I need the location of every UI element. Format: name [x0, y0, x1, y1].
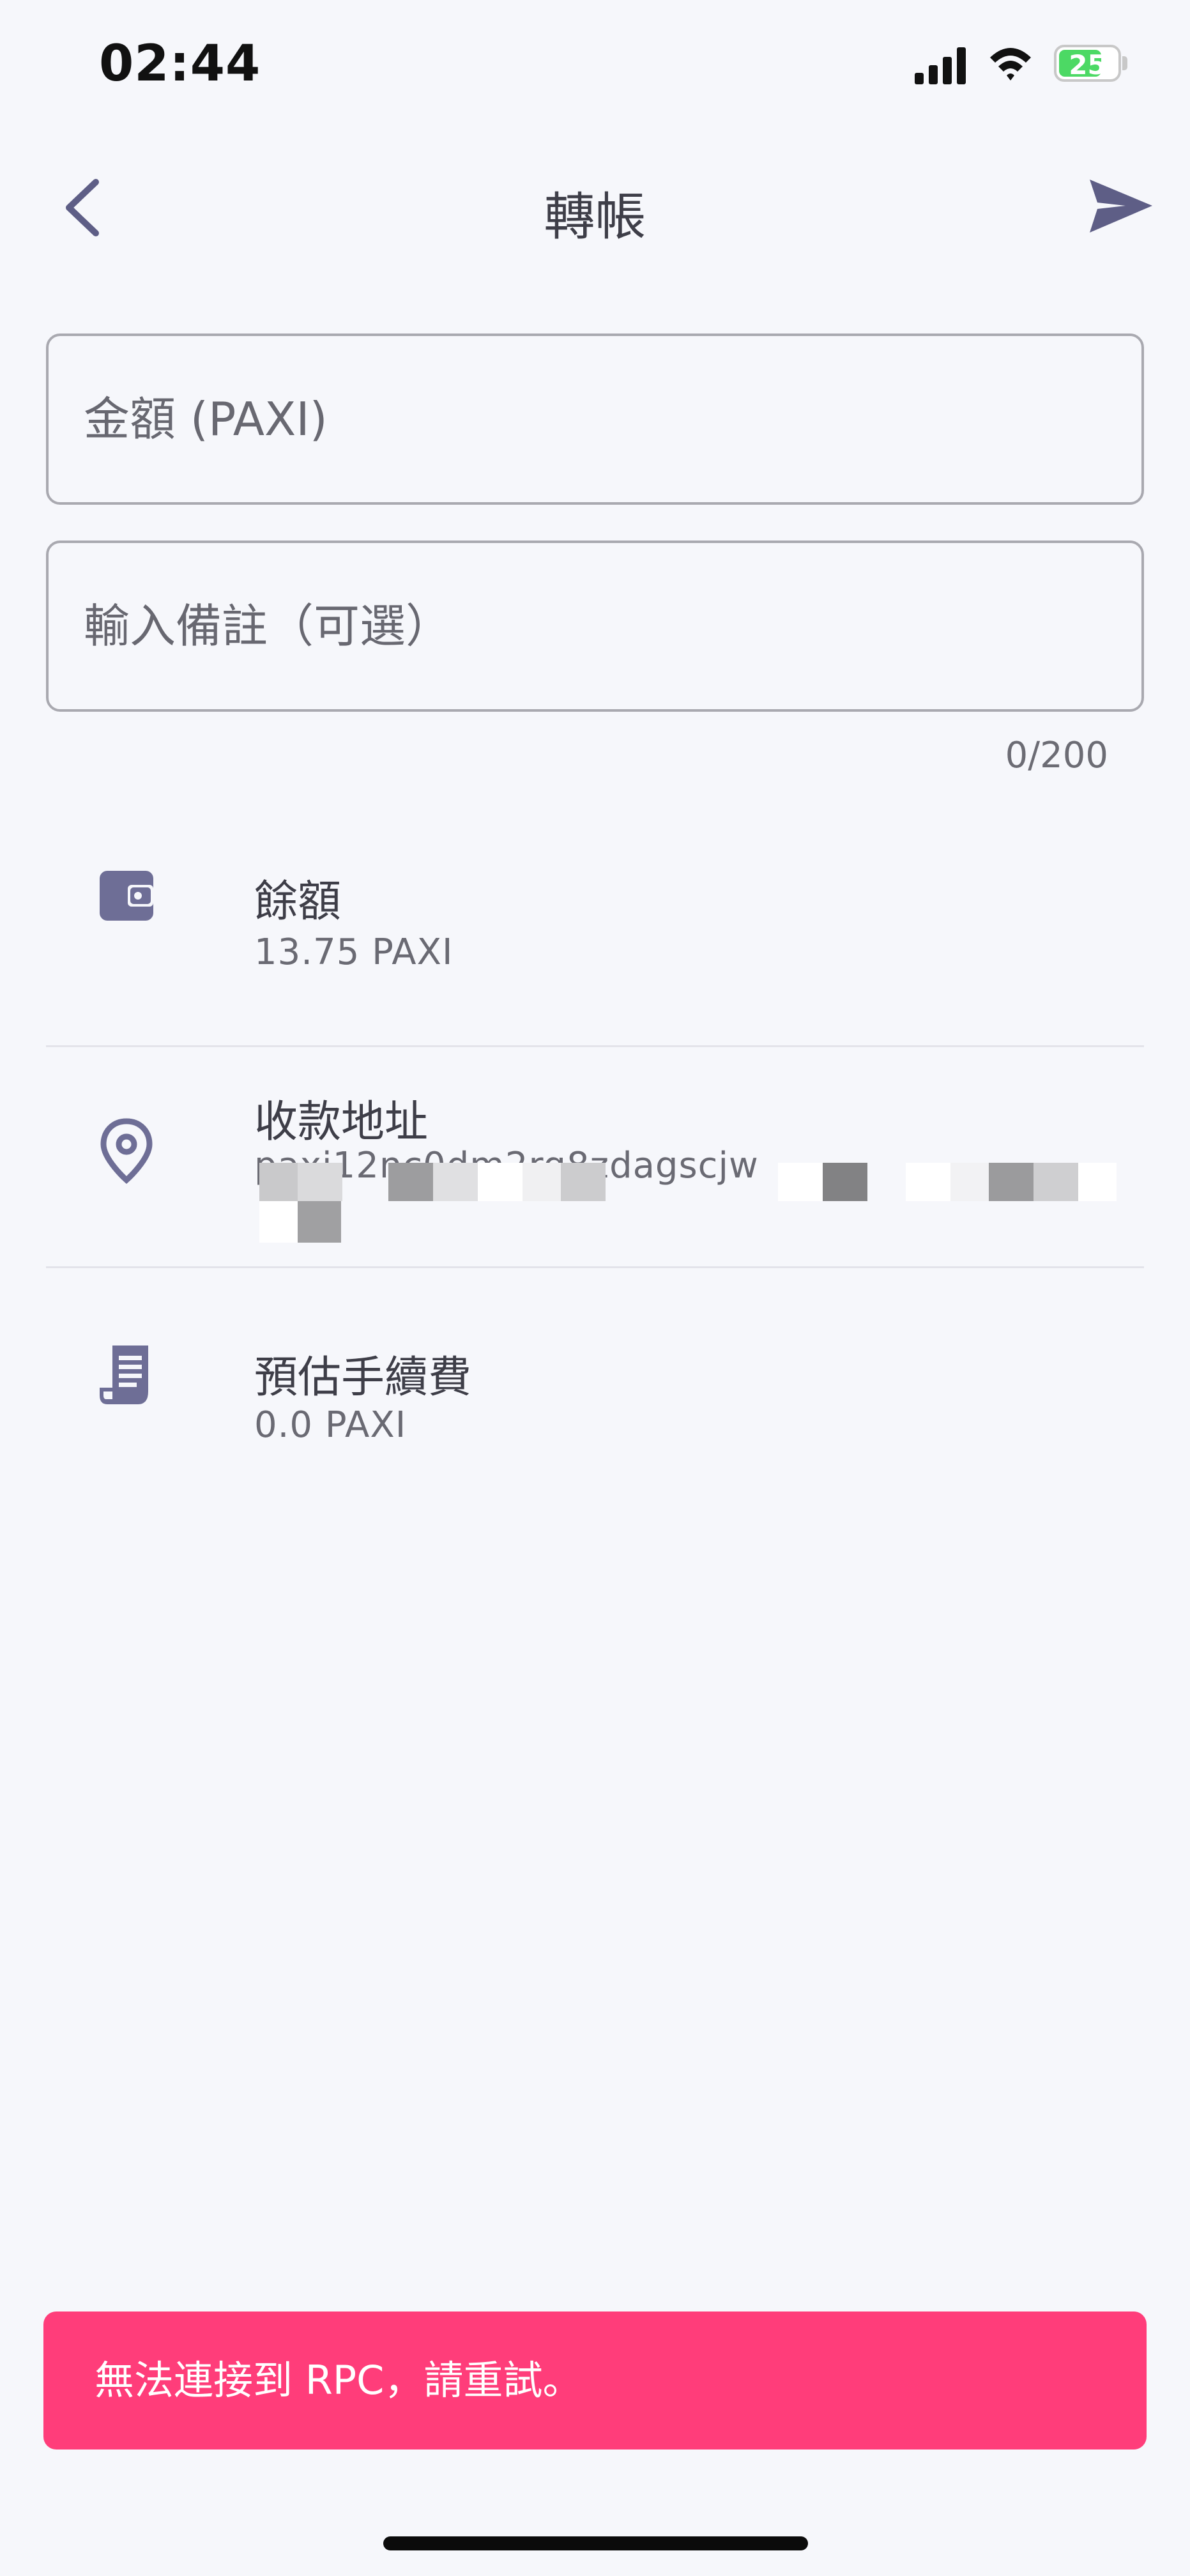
amount-input[interactable]: 金額 (PAXI) — [46, 334, 1144, 505]
location-pin-icon — [100, 1118, 153, 1184]
status-time: 02:44 — [99, 35, 261, 93]
battery-icon: 25 — [1054, 45, 1121, 82]
divider — [46, 1266, 1144, 1268]
balance-label: 餘額 — [254, 877, 342, 927]
balance-value: 13.75 PAXI — [254, 931, 454, 973]
memo-input[interactable]: 輸入備註（可選） — [46, 540, 1144, 712]
cellular-signal-icon — [915, 47, 966, 84]
error-toast-message: 無法連接到 RPC，請重試。 — [95, 2357, 583, 2404]
home-indicator[interactable] — [383, 2536, 808, 2550]
fee-value: 0.0 PAXI — [254, 1404, 407, 1446]
error-toast: 無法連接到 RPC，請重試。 — [43, 2312, 1147, 2450]
memo-char-counter: 0/200 — [1005, 735, 1108, 776]
battery-nub — [1122, 56, 1127, 70]
send-icon[interactable] — [1086, 176, 1156, 236]
divider — [46, 1045, 1144, 1047]
receipt-icon — [100, 1346, 148, 1404]
wifi-icon — [990, 48, 1031, 80]
address-label: 收款地址 — [254, 1097, 429, 1147]
wallet-icon — [100, 871, 153, 921]
page-title: 轉帳 — [544, 187, 646, 247]
amount-placeholder: 金額 (PAXI) — [84, 392, 328, 446]
fee-label: 預估手續費 — [254, 1353, 472, 1403]
memo-placeholder: 輸入備註（可選） — [84, 599, 452, 653]
address-value-container: paxi12nc0dm2rg8zdagscjw — [254, 1145, 1123, 1247]
signal-wifi-icons — [915, 47, 1031, 84]
battery-level: 25 — [1069, 49, 1106, 80]
